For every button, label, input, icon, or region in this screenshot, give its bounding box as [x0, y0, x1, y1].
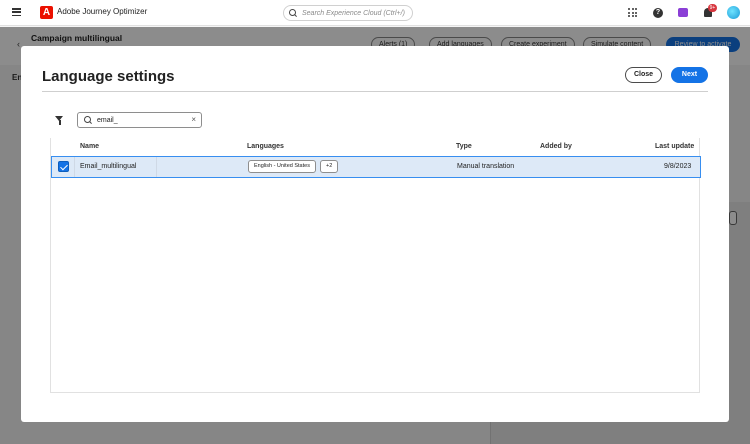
global-search-input[interactable]: Search Experience Cloud (Ctrl+/) — [283, 5, 413, 21]
column-header-added-by[interactable]: Added by — [540, 143, 572, 150]
help-icon[interactable]: ? — [653, 8, 663, 18]
search-value: email_ — [97, 116, 118, 124]
apps-grid-icon[interactable] — [628, 8, 637, 17]
app-name[interactable]: Adobe Journey Optimizer — [57, 7, 147, 16]
notifications-badge: 9+ — [708, 4, 717, 12]
row-name: Email_multilingual — [80, 163, 137, 170]
column-header-name[interactable]: Name — [80, 143, 99, 150]
feedback-chat-icon[interactable] — [678, 8, 688, 17]
user-avatar[interactable] — [727, 6, 740, 19]
menu-icon[interactable] — [12, 8, 21, 16]
column-header-languages[interactable]: Languages — [247, 143, 284, 150]
language-settings-dialog: Language settings Close Next email_ × Na… — [21, 46, 729, 422]
row-type: Manual translation — [457, 163, 515, 170]
extra-languages-tag[interactable]: +2 — [320, 160, 339, 173]
table-row[interactable]: Email_multilingual English - United Stat… — [51, 156, 701, 178]
close-button[interactable]: Close — [625, 67, 662, 83]
dialog-title: Language settings — [42, 68, 175, 85]
filter-icon[interactable] — [55, 116, 64, 125]
divider — [42, 91, 708, 92]
row-checkbox[interactable] — [58, 161, 69, 172]
column-header-type[interactable]: Type — [456, 143, 472, 150]
clear-search-icon[interactable]: × — [191, 115, 196, 125]
cell-separator — [156, 157, 157, 177]
search-input[interactable]: email_ × — [77, 112, 202, 128]
languages-table: Name Languages Type Added by Last update… — [50, 138, 701, 393]
next-button[interactable]: Next — [671, 67, 708, 83]
cell-separator — [74, 157, 75, 177]
adobe-logo-icon[interactable]: A — [40, 6, 53, 19]
language-tag: English - United States — [248, 160, 316, 173]
search-icon — [84, 116, 92, 124]
global-search-placeholder: Search Experience Cloud (Ctrl+/) — [302, 9, 405, 17]
search-icon — [289, 9, 297, 17]
row-last-update: 9/8/2023 — [664, 163, 692, 170]
top-shell-bar: A Adobe Journey Optimizer Search Experie… — [0, 0, 750, 26]
column-header-last-update[interactable]: Last update — [655, 143, 694, 150]
